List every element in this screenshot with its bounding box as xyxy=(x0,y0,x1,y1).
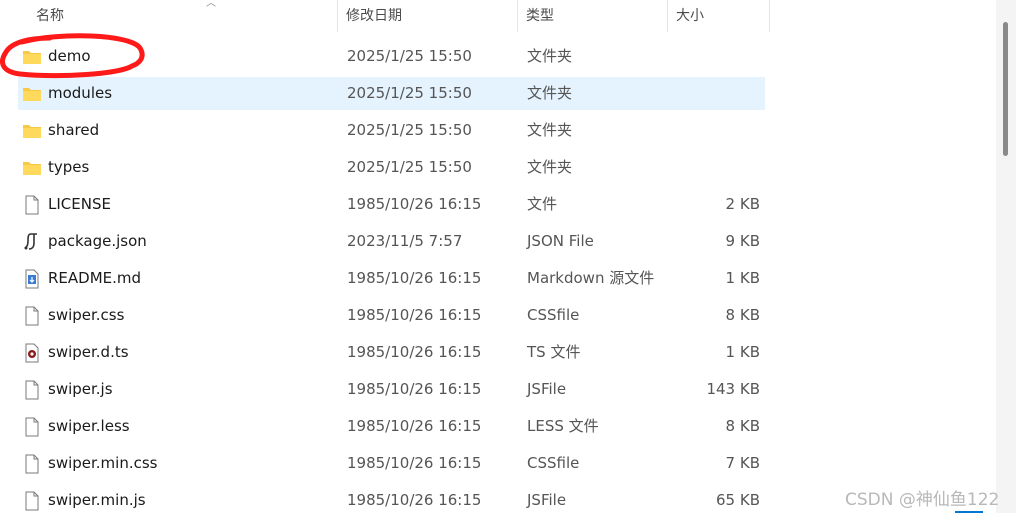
file-icon xyxy=(22,195,42,215)
file-row[interactable]: swiper.min.js 1985/10/26 16:15 JSFile 65 KB xyxy=(0,482,770,513)
file-name: swiper.d.ts xyxy=(48,343,129,361)
file-modified-date: 1985/10/26 16:15 xyxy=(347,306,482,324)
file-row[interactable]: LICENSE 1985/10/26 16:15 文件 2 KB xyxy=(0,186,770,223)
column-header-size[interactable]: 大小 xyxy=(668,0,770,32)
column-header-row: 名称 ︿ 修改日期 类型 大小 xyxy=(0,0,770,32)
file-type: CSSfile xyxy=(527,454,580,472)
file-size: 143 KB xyxy=(706,380,760,398)
file-type: 文件夹 xyxy=(527,47,573,65)
file-name: types xyxy=(48,158,90,176)
file-name: swiper.js xyxy=(48,380,113,398)
column-header-type-label: 类型 xyxy=(526,8,554,24)
file-size: 8 KB xyxy=(725,306,760,324)
scrollbar-thumb[interactable] xyxy=(1003,22,1008,156)
file-icon xyxy=(22,417,42,437)
file-type: 文件夹 xyxy=(527,121,573,139)
file-type: 文件 xyxy=(527,195,558,213)
file-row[interactable]: swiper.css 1985/10/26 16:15 CSSfile 8 KB xyxy=(0,297,770,334)
file-size: 1 KB xyxy=(725,269,760,287)
column-header-size-label: 大小 xyxy=(676,8,704,24)
file-size xyxy=(660,75,760,112)
file-modified-date: 2025/1/25 15:50 xyxy=(347,121,472,139)
markdown-file-icon xyxy=(22,269,42,289)
file-type: JSFile xyxy=(527,491,567,509)
file-modified-date: 1985/10/26 16:15 xyxy=(347,343,482,361)
file-icon xyxy=(22,454,42,474)
file-modified-date: 1985/10/26 16:15 xyxy=(347,269,482,287)
file-row[interactable]: types 2025/1/25 15:50 文件夹 xyxy=(0,149,770,186)
file-row[interactable]: package.json 2023/11/5 7:57 JSON File 9 KB xyxy=(0,223,770,260)
column-header-date[interactable]: 修改日期 xyxy=(338,0,518,32)
file-row[interactable]: swiper.js 1985/10/26 16:15 JSFile 143 KB xyxy=(0,371,770,408)
file-type: CSSfile xyxy=(527,306,580,324)
file-row[interactable]: demo 2025/1/25 15:50 文件夹 xyxy=(0,38,770,75)
file-explorer: 名称 ︿ 修改日期 类型 大小 demo 2025/1/25 15:50 文件夹 mo… xyxy=(0,0,1016,513)
file-name: swiper.css xyxy=(48,306,125,324)
json-file-icon xyxy=(22,232,42,252)
ts-file-icon xyxy=(22,343,42,363)
file-modified-date: 1985/10/26 16:15 xyxy=(347,454,482,472)
file-size: 65 KB xyxy=(716,491,760,509)
file-name: package.json xyxy=(48,232,147,250)
file-modified-date: 1985/10/26 16:15 xyxy=(347,195,482,213)
sort-ascending-icon: ︿ xyxy=(206,0,216,9)
file-size: 1 KB xyxy=(725,343,760,361)
file-row[interactable]: modules 2025/1/25 15:50 文件夹 xyxy=(0,75,770,112)
file-type: LESS 文件 xyxy=(527,417,599,435)
file-name: LICENSE xyxy=(48,195,111,213)
file-type: Markdown 源文件 xyxy=(527,269,655,287)
file-row[interactable]: shared 2025/1/25 15:50 文件夹 xyxy=(0,112,770,149)
file-name: swiper.min.css xyxy=(48,454,158,472)
file-modified-date: 1985/10/26 16:15 xyxy=(347,380,482,398)
file-size: 9 KB xyxy=(725,232,760,250)
file-row[interactable]: swiper.min.css 1985/10/26 16:15 CSSfile 7 K… xyxy=(0,445,770,482)
file-name: modules xyxy=(48,84,113,102)
file-size xyxy=(660,112,760,149)
file-type: JSON File xyxy=(527,232,594,250)
file-name: swiper.min.js xyxy=(48,491,146,509)
column-header-name[interactable]: 名称 ︿ xyxy=(28,0,338,32)
file-size xyxy=(660,149,760,186)
file-modified-date: 2025/1/25 15:50 xyxy=(347,84,472,102)
file-size: 7 KB xyxy=(725,454,760,472)
file-size: 2 KB xyxy=(725,195,760,213)
file-name: README.md xyxy=(48,269,142,287)
file-modified-date: 2023/11/5 7:57 xyxy=(347,232,463,250)
folder-icon xyxy=(22,121,42,141)
file-list: demo 2025/1/25 15:50 文件夹 modules 2025/1/25 1… xyxy=(0,38,770,513)
file-icon xyxy=(22,380,42,400)
file-type: JSFile xyxy=(527,380,567,398)
file-type: 文件夹 xyxy=(527,158,573,176)
file-type: TS 文件 xyxy=(527,343,581,361)
file-row[interactable]: swiper.less 1985/10/26 16:15 LESS 文件 8 KB xyxy=(0,408,770,445)
file-icon xyxy=(22,491,42,511)
column-header-type[interactable]: 类型 xyxy=(518,0,668,32)
file-icon xyxy=(22,306,42,326)
file-row[interactable]: swiper.d.ts 1985/10/26 16:15 TS 文件 1 KB xyxy=(0,334,770,371)
file-row[interactable]: README.md 1985/10/26 16:15 Markdown 源文件 1 K… xyxy=(0,260,770,297)
file-type: 文件夹 xyxy=(527,84,573,102)
file-size xyxy=(660,38,760,75)
file-modified-date: 2025/1/25 15:50 xyxy=(347,158,472,176)
folder-icon xyxy=(22,158,42,178)
file-name: shared xyxy=(48,121,100,139)
file-size: 8 KB xyxy=(725,417,760,435)
folder-icon xyxy=(22,47,42,67)
column-header-date-label: 修改日期 xyxy=(346,8,402,24)
file-modified-date: 2025/1/25 15:50 xyxy=(347,47,472,65)
watermark: CSDN @神仙鱼122 xyxy=(845,490,1000,510)
file-modified-date: 1985/10/26 16:15 xyxy=(347,491,482,509)
file-name: demo xyxy=(48,47,91,65)
folder-icon xyxy=(22,84,42,104)
file-modified-date: 1985/10/26 16:15 xyxy=(347,417,482,435)
column-header-name-label: 名称 xyxy=(36,8,64,24)
file-name: swiper.less xyxy=(48,417,130,435)
